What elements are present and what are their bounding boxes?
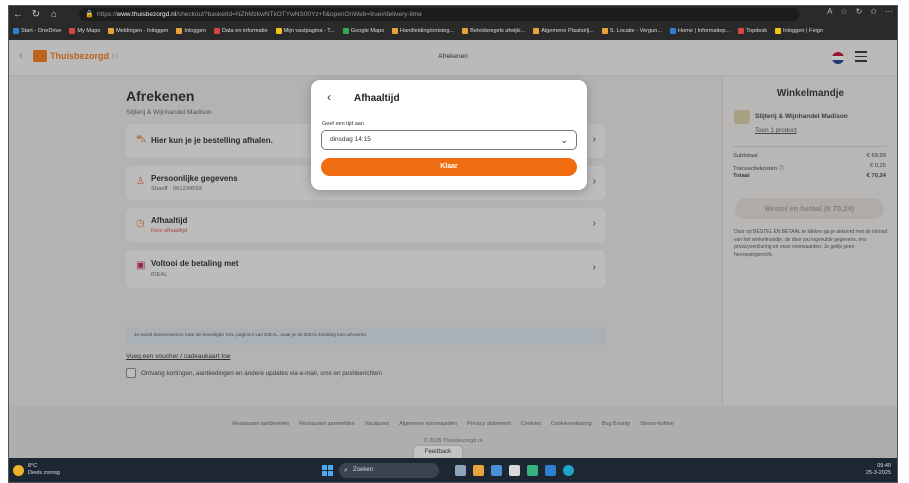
app-icon[interactable] [509,465,520,476]
weather-widget[interactable]: 8°C Deels zonnig [13,463,60,477]
refresh-icon[interactable]: ↻ [856,7,863,16]
system-clock[interactable]: 09:40 25-3-2025 [866,463,891,477]
taskbar-search-label: Zoeken [353,467,374,473]
address-bar[interactable]: 🔒 https://www.thuisbezorgd.nl/checkout?ba… [79,8,799,21]
favorite-icon[interactable]: ☆ [840,7,847,16]
bookmark-label: Topdesk [746,28,767,34]
favorites-bar-icon[interactable]: ✩ [870,7,877,16]
read-aloud-icon[interactable]: A [827,7,832,16]
bookmark-item[interactable]: Google Maps [342,28,385,34]
bookmark-item[interactable]: Algemene Plaatsélj... [533,28,594,34]
bookmark-label: S. Locatie - Vergun... [609,28,663,34]
windows-start-icon[interactable] [322,465,333,476]
bookmark-item[interactable]: Mijn vastpagina - T... [275,28,335,34]
bookmark-favicon-icon [775,28,781,34]
bookmark-favicon-icon [392,28,399,34]
bookmark-item[interactable]: Beleidsregels afwijki... [462,28,525,34]
bookmark-item[interactable]: S. Locatie - Vergun... [601,28,663,34]
weather-desc: Deels zonnig [28,470,60,476]
search-icon: ⌕ [344,467,348,474]
bookmark-label: Beleidsregels afwijki... [470,28,526,34]
reload-icon[interactable]: ↻ [27,9,45,20]
url-path: /checkout?basketId=NZhMzkwNTkOTYwNS00Yz+… [176,11,422,18]
bookmark-favicon-icon [462,28,469,34]
edge-icon[interactable] [563,465,574,476]
back-icon[interactable]: ← [9,9,27,20]
bookmark-label: Meldingen - Inloggen [116,28,169,34]
more-icon[interactable]: ⋯ [885,7,893,16]
modal-title: Afhaaltijd [354,93,400,104]
bookmark-favicon-icon [108,28,115,34]
bookmark-label: Inloggen | Feign [783,28,824,34]
bookmark-favicon-icon [275,28,282,34]
bookmark-favicon-icon [213,28,220,34]
bookmark-favicon-icon [176,28,183,34]
bookmark-label: Home | Informatiep... [678,28,731,34]
time-select-label: Geef een tijd aan [322,121,364,127]
bookmark-label: Handleiding/ontsteg... [400,28,455,34]
screen-frame: ← ↻ ⌂ 🔒 https://www.thuisbezorgd.nl/check… [8,5,898,483]
lock-icon: 🔒 [85,11,94,18]
pickup-time-modal: ‹ Afhaaltijd Geef een tijd aan dinsdag 1… [311,80,587,190]
bookmark-label: Inloggen [184,28,206,34]
bookmark-item[interactable]: My Maps [69,28,100,34]
windows-taskbar: 8°C Deels zonnig ⌕ Zoeken 09:40 25-3-2025 [9,458,897,482]
bookmark-favicon-icon [13,28,19,34]
bookmark-item[interactable]: Inloggen | Feign [775,28,823,34]
done-button[interactable]: Klaar [321,158,577,176]
browser-actions: A ☆ ↻ ✩ ⋯ [827,7,893,16]
bookmark-item[interactable]: Meldingen - Inloggen [108,28,168,34]
bookmark-label: Mijn vastpagina - T... [283,28,335,34]
bookmark-favicon-icon [601,28,608,34]
browser-chrome: ← ↻ ⌂ 🔒 https://www.thuisbezorgd.nl/check… [9,6,897,40]
app-icon[interactable] [491,465,502,476]
outlook-icon[interactable] [545,465,556,476]
bookmark-item[interactable]: Data en informatie [213,28,268,34]
bookmark-item[interactable]: Home | Informatiep... [670,28,730,34]
bookmark-label: Google Maps [350,28,385,34]
url-domain: www.thuisbezorgd.nl [116,11,177,18]
bookmark-favicon-icon [738,28,745,34]
clock-time: 09:40 [877,463,891,469]
bookmarks-bar: Start - OneDrive My Maps Meldingen - Inlog… [9,24,897,38]
taskbar-search[interactable]: ⌕ Zoeken [339,463,439,478]
bookmark-favicon-icon [69,28,76,34]
bookmark-label: Algemene Plaatsélj... [541,28,594,34]
clock-date: 25-3-2025 [865,470,891,476]
time-select-value: dinsdag 14:15 [330,136,371,143]
bookmark-item[interactable]: Handleiding/ontsteg... [392,28,454,34]
bookmark-item[interactable]: Inloggen [176,28,206,34]
home-icon[interactable]: ⌂ [45,9,63,20]
bookmark-favicon-icon [670,28,677,34]
task-view-icon[interactable] [455,465,466,476]
sun-icon [13,464,24,476]
chevron-left-icon[interactable]: ‹ [327,90,331,104]
bookmark-label: Data en informatie [221,28,268,34]
bookmark-item[interactable]: Start - OneDrive [13,28,61,34]
url-prefix: https:// [97,11,117,18]
time-select[interactable]: dinsdag 14:15 ⌄ [321,130,577,150]
app-icon[interactable] [527,465,538,476]
file-explorer-icon[interactable] [473,465,484,476]
bookmark-label: Start - OneDrive [21,28,62,34]
bookmark-favicon-icon [342,28,349,34]
bookmark-item[interactable]: Topdesk [738,28,767,34]
weather-temp: 8°C [28,463,38,469]
bookmark-favicon-icon [533,28,540,34]
chevron-down-icon: ⌄ [560,135,568,145]
bookmark-label: My Maps [77,28,101,34]
